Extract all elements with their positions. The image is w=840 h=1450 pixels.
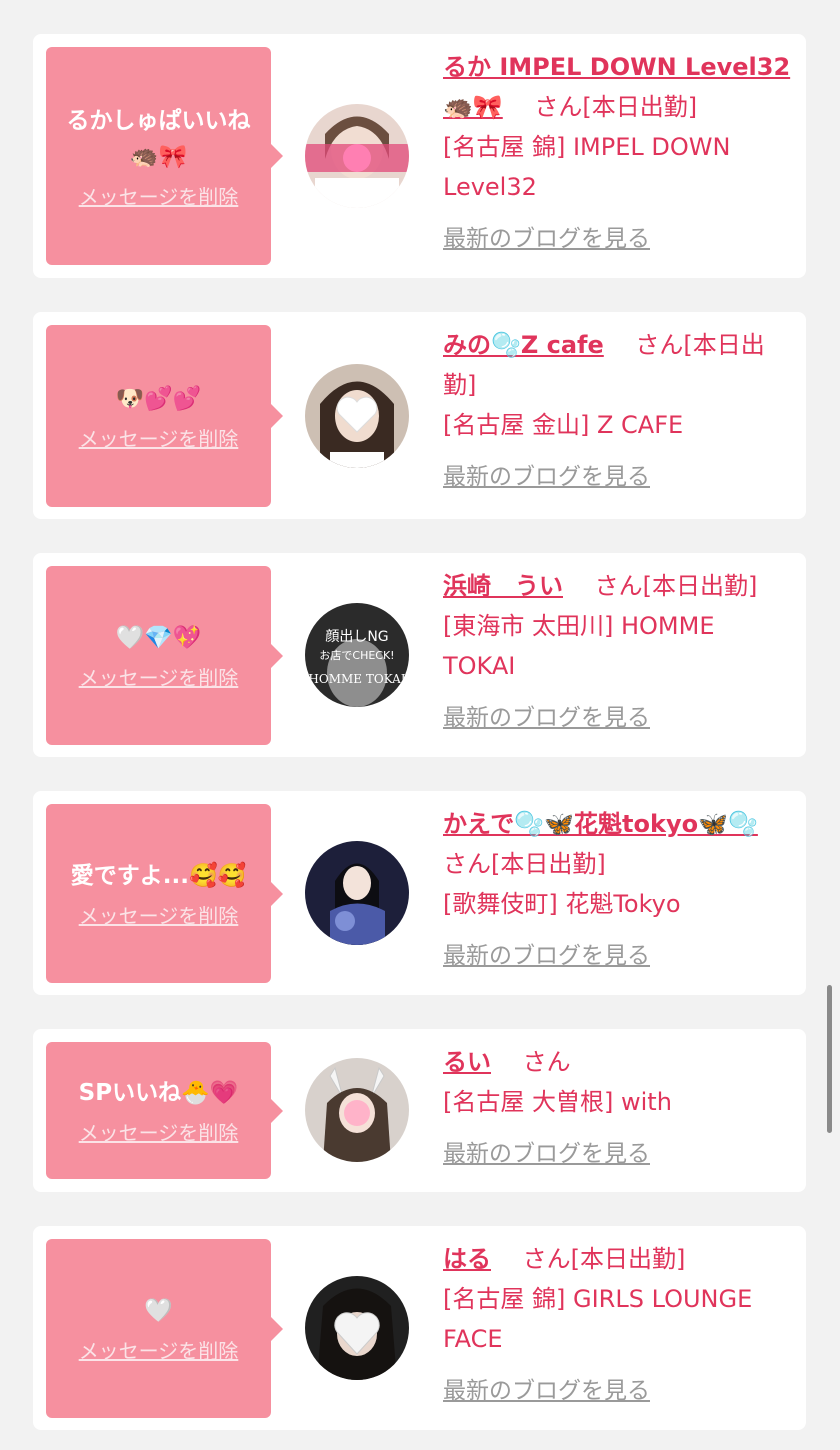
shop-name: [名古屋 金山] Z CAFE [443, 411, 684, 439]
honorific: さん [498, 1245, 571, 1273]
latest-blog-link[interactable]: 最新のブログを見る [443, 1371, 793, 1411]
work-status: [本日出勤] [570, 1245, 686, 1273]
avatar[interactable] [305, 104, 409, 208]
latest-blog-link[interactable]: 最新のブログを見る [443, 698, 793, 738]
latest-blog-link[interactable]: 最新のブログを見る [443, 1134, 793, 1174]
avatar-photo [305, 1276, 409, 1380]
cast-info: はる さん[本日出勤] [名古屋 錦] GIRLS LOUNGE FACE 最新… [443, 1239, 793, 1411]
latest-blog-link[interactable]: 最新のブログを見る [443, 219, 793, 259]
message-text: SPいいね🐣💗 [78, 1080, 239, 1106]
avatar-photo [305, 841, 409, 945]
shop-name: [名古屋 錦] IMPEL DOWN Level32 [443, 133, 731, 201]
vertical-scrollbar[interactable] [827, 985, 832, 1133]
message-card: るかしゅぱいいね 🦔🎀 メッセージを削除 るか IMPEL DOWN Level… [33, 34, 806, 278]
svg-text:HOMME TOKAI: HOMME TOKAI [308, 672, 405, 686]
delete-message-link[interactable]: メッセージを削除 [79, 1335, 239, 1364]
message-bubble: 🤍💎💖 メッセージを削除 [46, 566, 283, 745]
honorific: さん [510, 93, 583, 121]
message-card: 🤍💎💖 メッセージを削除 顔出しNG お店でCHECK! HOMME TOKAI… [33, 553, 806, 757]
message-bubble: るかしゅぱいいね 🦔🎀 メッセージを削除 [46, 47, 283, 265]
message-bubble: 🐶💕💕 メッセージを削除 [46, 325, 283, 507]
latest-blog-link[interactable]: 最新のブログを見る [443, 936, 793, 976]
message-text: 🐶💕💕 [115, 385, 202, 412]
message-card: 愛ですよ...🥰🥰 メッセージを削除 かえで🫧🦋花魁tokyo🦋🫧 さん[本日出… [33, 791, 806, 995]
message-card: 🤍 メッセージを削除 はる さん[本日出勤] [名古屋 錦] GIRLS LOU… [33, 1226, 806, 1430]
shop-name: [名古屋 大曽根] with [443, 1088, 672, 1116]
shop-name: [名古屋 錦] GIRLS LOUNGE FACE [443, 1285, 753, 1353]
avatar[interactable] [305, 364, 409, 468]
shop-name: [東海市 太田川] HOMME TOKAI [443, 612, 715, 680]
avatar[interactable] [305, 1276, 409, 1380]
message-card: 🐶💕💕 メッセージを削除 みの🫧Z cafe さん[本日出勤] [名古屋 金山]… [33, 312, 806, 519]
avatar-photo [305, 364, 409, 468]
message-text: 愛ですよ...🥰🥰 [70, 863, 247, 889]
work-status: [本日出勤] [491, 850, 606, 878]
delete-message-link[interactable]: メッセージを削除 [79, 1117, 239, 1146]
message-bubble: 愛ですよ...🥰🥰 メッセージを削除 [46, 804, 283, 983]
latest-blog-link[interactable]: 最新のブログを見る [443, 457, 793, 497]
cast-name-link[interactable]: かえで🫧🦋花魁tokyo🦋🫧 [443, 810, 758, 838]
cast-info: かえで🫧🦋花魁tokyo🦋🫧 さん[本日出勤] [歌舞伎町] 花魁Tokyo 最… [443, 804, 793, 976]
delete-message-link[interactable]: メッセージを削除 [79, 662, 239, 691]
cast-info: みの🫧Z cafe さん[本日出勤] [名古屋 金山] Z CAFE 最新のブロ… [443, 325, 793, 497]
avatar-photo: 顔出しNG お店でCHECK! HOMME TOKAI [305, 603, 409, 707]
honorific: さん [498, 1048, 571, 1076]
message-text: 🤍 [144, 1298, 173, 1324]
cast-name-link[interactable]: みの🫧Z cafe [443, 331, 604, 359]
svg-text:お店でCHECK!: お店でCHECK! [319, 648, 394, 662]
cast-info: 浜崎 うい さん[本日出勤] [東海市 太田川] HOMME TOKAI 最新の… [443, 566, 793, 738]
message-text: 🤍💎💖 [115, 625, 202, 651]
work-status: [本日出勤] [642, 572, 758, 600]
work-status: [本日出勤] [582, 93, 698, 121]
message-bubble: SPいいね🐣💗 メッセージを削除 [46, 1042, 283, 1179]
cast-info: るい さん [名古屋 大曽根] with 最新のブログを見る [443, 1042, 793, 1174]
message-bubble: 🤍 メッセージを削除 [46, 1239, 283, 1418]
avatar-photo [305, 1058, 409, 1162]
delete-message-link[interactable]: メッセージを削除 [79, 181, 239, 210]
svg-text:顔出しNG: 顔出しNG [325, 629, 388, 645]
delete-message-link[interactable]: メッセージを削除 [79, 900, 239, 929]
avatar[interactable]: 顔出しNG お店でCHECK! HOMME TOKAI [305, 603, 409, 707]
shop-name: [歌舞伎町] 花魁Tokyo [443, 890, 681, 918]
avatar[interactable] [305, 1058, 409, 1162]
cast-name-link[interactable]: 浜崎 うい [443, 572, 563, 600]
message-text: るかしゅぱいいね 🦔🎀 [66, 107, 251, 170]
honorific: さん [611, 331, 684, 359]
avatar-photo [305, 104, 409, 208]
delete-message-link[interactable]: メッセージを削除 [79, 423, 239, 452]
cast-name-link[interactable]: るい [443, 1048, 491, 1076]
cast-info: るか IMPEL DOWN Level32🦔🎀 さん[本日出勤] [名古屋 錦]… [443, 47, 793, 259]
message-card: SPいいね🐣💗 メッセージを削除 るい さん [名古屋 大曽根] with 最新… [33, 1029, 806, 1192]
cast-name-link[interactable]: はる [443, 1245, 491, 1273]
honorific: さん [570, 572, 643, 600]
avatar[interactable] [305, 841, 409, 945]
